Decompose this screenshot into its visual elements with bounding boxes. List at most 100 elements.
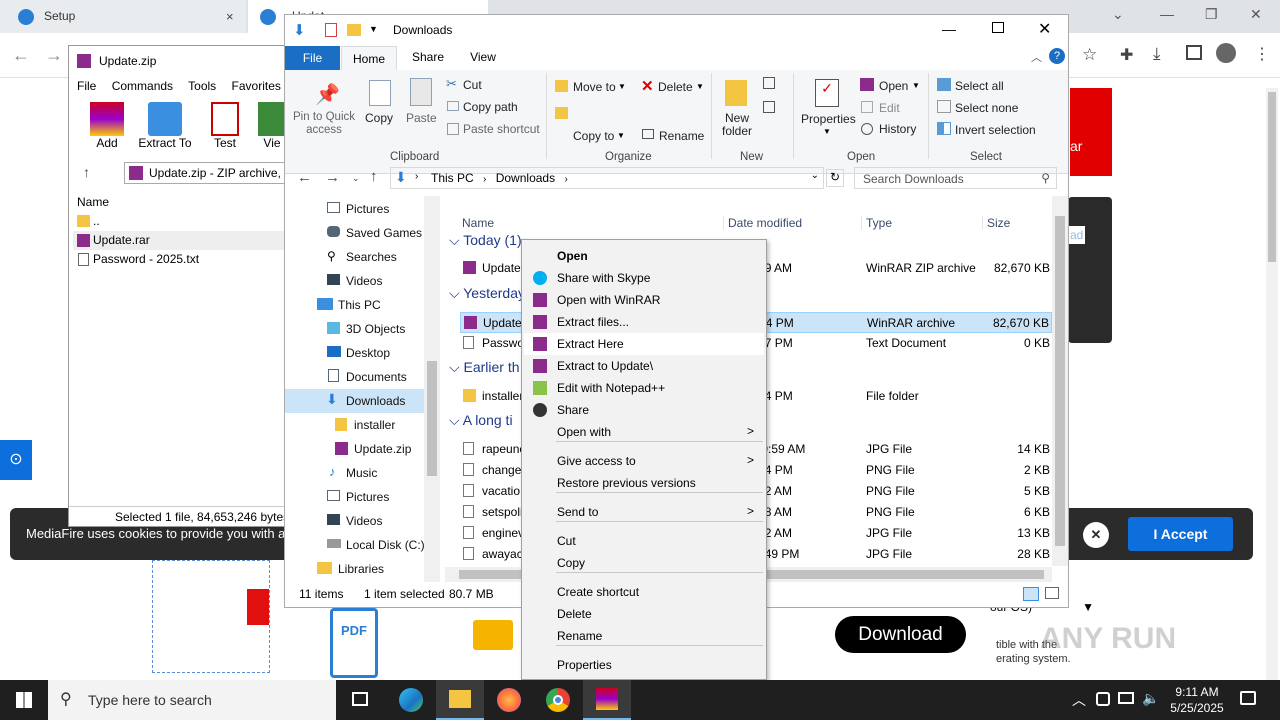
winrar-up-icon[interactable]: ↑ — [83, 164, 90, 180]
nav-3d-objects[interactable]: 3D Objects — [285, 317, 425, 341]
address-dropdown-icon[interactable]: ⌄ — [811, 170, 819, 181]
qat-dropdown-icon[interactable]: ▼ — [369, 24, 378, 34]
extensions-icon[interactable]: ✚ — [1120, 45, 1133, 65]
breadcrumb-this-pc[interactable]: This PC — [431, 171, 474, 185]
nav-saved-games[interactable]: Saved Games — [285, 221, 425, 245]
context-menu-item[interactable]: Share — [524, 399, 764, 421]
context-menu-item[interactable]: Open with WinRAR — [524, 289, 764, 311]
task-view-icon[interactable] — [336, 680, 384, 720]
move-to-button[interactable]: Move to — [573, 80, 616, 94]
breadcrumb-downloads[interactable]: Downloads — [496, 171, 555, 185]
group-yesterday[interactable]: ⌵ Yesterday — [449, 285, 525, 302]
column-type[interactable]: Type — [861, 216, 892, 230]
chevron-up-icon[interactable]: ︿ — [1031, 49, 1042, 65]
tab-home[interactable]: Home — [341, 46, 397, 71]
context-menu-item[interactable]: Delete — [524, 603, 764, 625]
winrar-col-name[interactable]: Name — [77, 195, 109, 209]
large-icons-view-icon[interactable] — [1045, 587, 1059, 599]
list-item[interactable]: Password - 2025.txt — [73, 250, 287, 269]
column-date[interactable]: Date modified — [723, 216, 802, 230]
start-button[interactable] — [0, 680, 48, 720]
back-icon[interactable]: ← — [297, 169, 312, 186]
list-scrollbar-v[interactable] — [1052, 196, 1068, 566]
maximize-icon[interactable] — [992, 22, 1004, 33]
nav-videos[interactable]: Videos — [285, 269, 425, 293]
paste-button[interactable]: Paste — [406, 111, 437, 125]
file-explorer-icon[interactable] — [436, 680, 484, 720]
cut-button[interactable]: Cut — [463, 78, 482, 92]
tab-file[interactable]: File — [285, 46, 340, 70]
list-item[interactable]: Update.rar — [73, 231, 287, 250]
group-today[interactable]: ⌵ Today (1) — [449, 232, 522, 249]
downloads-icon[interactable]: ⤓ — [1153, 44, 1161, 64]
nav-documents[interactable]: Documents — [285, 365, 425, 389]
context-menu-item[interactable]: Give access to > — [524, 450, 764, 472]
nav-pictures-2[interactable]: Pictures — [285, 485, 425, 509]
restore-icon[interactable]: ❐ — [1205, 6, 1218, 23]
new-folder-button[interactable]: New folder — [717, 112, 757, 138]
menu-favorites[interactable]: Favorites — [232, 79, 281, 93]
accept-cookies-button[interactable]: I Accept — [1128, 517, 1233, 551]
nav-libraries[interactable]: Libraries — [285, 557, 425, 581]
winrar-path-field[interactable]: Update.zip - ZIP archive, u — [124, 162, 289, 184]
properties-qat-icon[interactable] — [325, 23, 337, 37]
properties-button[interactable]: Properties — [801, 112, 856, 126]
help-icon[interactable]: ? — [1049, 48, 1065, 64]
nav-videos-2[interactable]: Videos — [285, 509, 425, 533]
nav-downloads[interactable]: Downloads — [285, 389, 425, 413]
menu-commands[interactable]: Commands — [112, 79, 173, 93]
menu-file[interactable]: File — [77, 79, 96, 93]
minimize-icon[interactable]: — — [1160, 6, 1174, 22]
context-menu-item[interactable]: Copy — [524, 552, 764, 574]
minimize-icon[interactable]: — — [942, 21, 956, 37]
star-icon[interactable]: ☆ — [1082, 45, 1097, 65]
winrar-add-button[interactable]: Add — [85, 102, 129, 150]
paste-shortcut-button[interactable]: Paste shortcut — [463, 122, 540, 136]
chrome-icon[interactable] — [534, 680, 582, 720]
refresh-icon[interactable]: ↻ — [826, 169, 844, 187]
context-menu-item[interactable]: Extract Here — [524, 333, 764, 355]
folder-qat-icon[interactable] — [347, 24, 361, 36]
context-menu-item[interactable]: Extract files... — [524, 311, 764, 333]
forward-icon[interactable]: → — [325, 169, 340, 186]
winrar-taskbar-icon[interactable] — [583, 680, 631, 720]
nav-desktop[interactable]: Desktop — [285, 341, 425, 365]
copy-to-button[interactable]: Copy to — [573, 129, 614, 143]
context-menu-item[interactable]: Cut — [524, 530, 764, 552]
close-window-icon[interactable]: ✕ — [1038, 19, 1051, 39]
firefox-icon[interactable] — [485, 680, 533, 720]
context-menu-item[interactable]: Open with > — [524, 421, 764, 443]
context-menu-item[interactable]: Edit with Notepad++ — [524, 377, 764, 399]
list-item[interactable]: .. — [73, 212, 287, 231]
group-earlier[interactable]: ⌵ Earlier th — [449, 359, 520, 376]
context-menu-item[interactable]: Open — [524, 245, 764, 267]
copy-button[interactable]: Copy — [365, 111, 393, 125]
column-name[interactable]: Name — [462, 216, 494, 230]
nav-this-pc[interactable]: This PC — [285, 293, 425, 317]
clock[interactable]: 9:11 AM 5/25/2025 — [1166, 684, 1228, 716]
tab-view[interactable]: View — [463, 50, 503, 64]
close-window-icon[interactable]: ✕ — [1250, 6, 1262, 23]
tab-share[interactable]: Share — [405, 50, 451, 64]
column-size[interactable]: Size — [982, 216, 1010, 230]
nav-local-disk[interactable]: Local Disk (C:) — [285, 533, 425, 557]
ethernet-icon[interactable] — [1118, 692, 1134, 704]
nav-pictures[interactable]: Pictures — [285, 197, 425, 221]
search-box[interactable]: Search Downloads ⚲ — [854, 167, 1057, 189]
winrar-test-button[interactable]: Test — [203, 102, 247, 150]
recent-locations-icon[interactable]: ⌄ — [352, 173, 360, 184]
group-long-time-ago[interactable]: ⌵ A long ti — [449, 412, 513, 429]
edit-button[interactable]: Edit — [879, 101, 900, 115]
tab-search-icon[interactable]: ⌄ — [1112, 6, 1124, 23]
back-icon[interactable]: ← — [12, 45, 30, 66]
menu-icon[interactable]: ⋮ — [1254, 44, 1270, 64]
select-none-button[interactable]: Select none — [955, 101, 1018, 115]
show-hidden-icons-icon[interactable]: ︿ — [1072, 690, 1086, 710]
nav-scrollbar[interactable] — [424, 196, 440, 582]
nav-update-zip[interactable]: Update.zip — [285, 437, 425, 461]
download-button[interactable]: Download — [835, 616, 966, 653]
side-settings-icon[interactable]: ⊙ — [0, 440, 32, 480]
pin-to-quick-access-button[interactable]: Pin to Quick access — [291, 111, 357, 137]
invert-selection-button[interactable]: Invert selection — [955, 123, 1036, 137]
open-button[interactable]: Open — [879, 79, 908, 93]
